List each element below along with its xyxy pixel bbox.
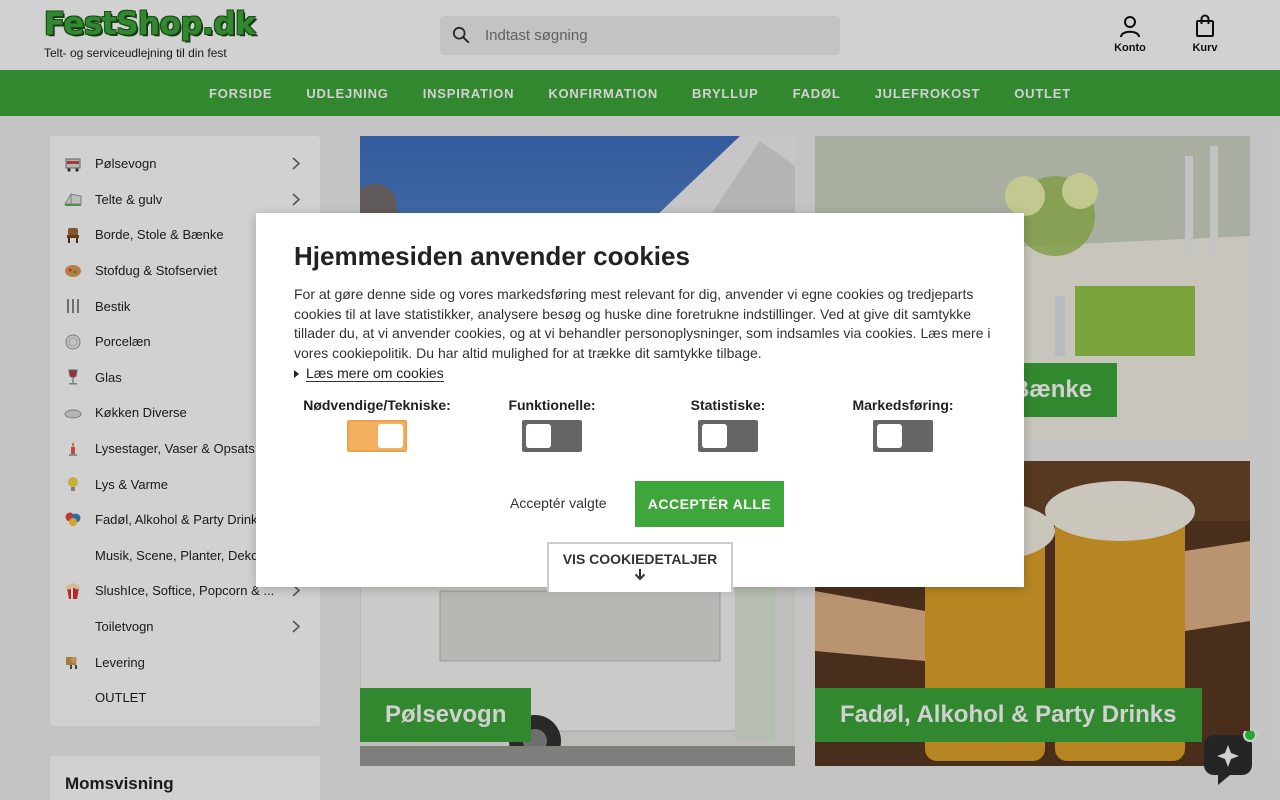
toggle-statistics[interactable] bbox=[698, 420, 758, 452]
cookie-dialog: Hjemmesiden anvender cookies For at gøre… bbox=[256, 213, 1024, 592]
consent-label-functional: Funktionelle: bbox=[508, 397, 596, 413]
read-more-cookies-toggle[interactable]: Læs mere om cookies bbox=[294, 365, 444, 382]
consent-label-statistics: Statistiske: bbox=[690, 397, 766, 413]
cookie-title: Hjemmesiden anvender cookies bbox=[294, 241, 690, 271]
consent-label-necessary: Nødvendige/Tekniske: bbox=[303, 397, 451, 413]
accept-all-button[interactable]: ACCEPTÉR ALLE bbox=[635, 481, 784, 527]
toggle-functional[interactable] bbox=[522, 420, 582, 452]
toggle-necessary[interactable] bbox=[347, 420, 407, 452]
toggle-marketing[interactable] bbox=[873, 420, 933, 452]
show-cookie-details-button[interactable]: VIS COOKIEDETALJER bbox=[547, 542, 733, 592]
accept-selected-button[interactable]: Acceptér valgte bbox=[510, 495, 607, 511]
caret-right-icon bbox=[294, 370, 299, 378]
consent-label-marketing: Markedsføring: bbox=[852, 397, 954, 413]
arrow-down-icon bbox=[634, 569, 646, 581]
cookie-text: For at gøre denne side og vores markedsf… bbox=[294, 286, 991, 361]
